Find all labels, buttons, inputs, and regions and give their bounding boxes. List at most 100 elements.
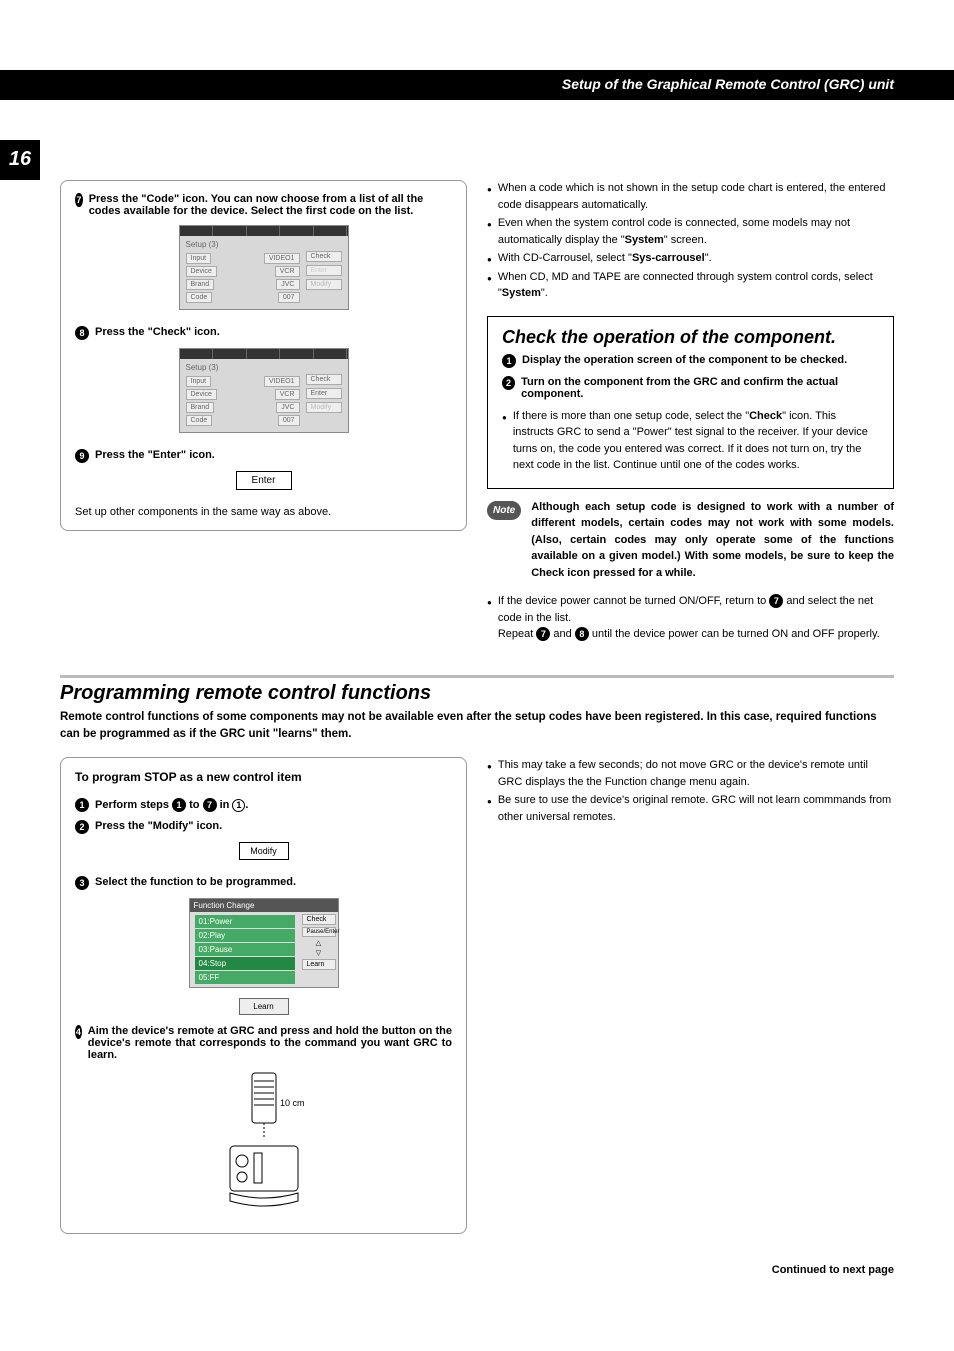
- bullet-icon: [487, 269, 492, 302]
- prog-step-4: 4 Aim the device's remote at GRC and pre…: [75, 1025, 452, 1061]
- check-step-2: 2 Turn on the component from the GRC and…: [502, 376, 879, 400]
- ss-label: Brand: [186, 402, 215, 413]
- section-title: Check the operation of the component.: [502, 327, 879, 348]
- step-8: 8 Press the "Check" icon.: [75, 326, 452, 340]
- page-number: 16: [0, 140, 40, 180]
- bullet-text: Be sure to use the device's original rem…: [498, 792, 894, 825]
- ss-value: VIDEO1: [264, 376, 300, 387]
- bullet-text: When CD, MD and TAPE are connected throu…: [498, 269, 894, 302]
- step-text: Press the "Code" icon. You can now choos…: [89, 193, 452, 217]
- ss-value: VIDEO1: [264, 253, 300, 264]
- step-text: Select the function to be programmed.: [95, 876, 296, 890]
- list-item: 02:Play: [195, 929, 295, 942]
- prog-step-3: 3 Select the function to be programmed.: [75, 876, 452, 890]
- step-text: Turn on the component from the GRC and c…: [521, 376, 879, 400]
- programming-notes: This may take a few seconds; do not move…: [487, 757, 894, 827]
- ss-button: Check: [306, 374, 342, 385]
- section-header: Setup of the Graphical Remote Control (G…: [0, 70, 954, 100]
- programming-intro: Remote control functions of some compone…: [60, 709, 894, 744]
- bullet-text: This may take a few seconds; do not move…: [498, 757, 894, 790]
- bullet-text: If there is more than one setup code, se…: [513, 408, 879, 474]
- step-text: Perform steps 1 to 7 in 1.: [95, 798, 248, 812]
- bullet-icon: [502, 408, 507, 474]
- ss-value: 007: [278, 292, 300, 303]
- bullet-icon: [487, 792, 492, 825]
- function-change-screenshot: Function Change 01:Power 02:Play 03:Paus…: [189, 898, 339, 988]
- notes-list: When a code which is not shown in the se…: [487, 180, 894, 302]
- programming-heading: Programming remote control functions: [60, 675, 894, 705]
- step-9: 9 Press the "Enter" icon.: [75, 449, 452, 463]
- ss-label: Input: [186, 253, 212, 264]
- bullet-icon: [487, 215, 492, 248]
- step-text: Display the operation screen of the comp…: [522, 354, 847, 368]
- ss-label: Input: [186, 376, 212, 387]
- step-number-icon: 3: [75, 876, 89, 890]
- left-steps-box: 7 Press the "Code" icon. You can now cho…: [60, 180, 467, 531]
- ref-icon: 1: [232, 799, 245, 812]
- ss-value: VCR: [275, 389, 300, 400]
- list-item: 04:Stop: [195, 957, 295, 970]
- step-text: Aim the device's remote at GRC and press…: [88, 1025, 452, 1061]
- ss-value: JVC: [276, 279, 299, 290]
- ss-button: Enter: [306, 388, 342, 399]
- list-item: 01:Power: [195, 915, 295, 928]
- step-number-icon: 8: [75, 326, 89, 340]
- ss-title: Setup (3): [186, 240, 342, 249]
- bullet-text: If the device power cannot be turned ON/…: [498, 593, 894, 643]
- setup-screenshot-1: Setup (3) InputVIDEO1 DeviceVCR BrandJVC…: [179, 225, 349, 310]
- ref-icon: 7: [203, 798, 217, 812]
- bullet-icon: [487, 180, 492, 213]
- step-text: Press the "Modify" icon.: [95, 820, 222, 834]
- footnote-text: Set up other components in the same way …: [75, 506, 452, 518]
- box-title: To program STOP as a new control item: [75, 770, 452, 784]
- modify-button-illustration: Modify: [239, 842, 289, 860]
- ss-value: VCR: [275, 266, 300, 277]
- step-number-icon: 2: [75, 820, 89, 834]
- ss-label: Brand: [186, 279, 215, 290]
- bullet-text: With CD-Carrousel, select "Sys-carrousel…: [498, 250, 712, 267]
- ss-label: Code: [186, 292, 213, 303]
- note-callout: Note Although each setup code is designe…: [487, 499, 894, 582]
- check-operation-box: Check the operation of the component. 1 …: [487, 316, 894, 489]
- step-number-icon: 1: [502, 354, 516, 368]
- ref-icon: 7: [536, 627, 550, 641]
- ss-button: Pause/Enter: [302, 927, 336, 937]
- ss-title: Function Change: [190, 899, 338, 912]
- bullet-text: Even when the system control code is con…: [498, 215, 894, 248]
- step-number-icon: 2: [502, 376, 515, 390]
- setup-screenshot-2: Setup (3) Input VIDEO1 Device VCR Brand JVC…: [179, 348, 349, 433]
- step-number-icon: 9: [75, 449, 89, 463]
- list-item: 05:FF: [195, 971, 295, 984]
- ss-button: Modify: [306, 402, 342, 413]
- ss-button: Enter: [306, 265, 342, 276]
- ss-value: JVC: [276, 402, 299, 413]
- remote-illustration: 10 cm: [224, 1071, 304, 1211]
- list-item: 03:Pause: [195, 943, 295, 956]
- bullet-icon: [487, 250, 492, 267]
- program-stop-box: To program STOP as a new control item 1 …: [60, 757, 467, 1234]
- step-number-icon: 7: [75, 193, 83, 207]
- ss-button: Check: [302, 914, 336, 925]
- ss-button: Learn: [302, 959, 336, 970]
- prog-step-1: 1 Perform steps 1 to 7 in 1.: [75, 798, 452, 812]
- ss-button: Check: [306, 251, 342, 262]
- check-step-1: 1 Display the operation screen of the co…: [502, 354, 879, 368]
- continued-link: Continued to next page: [60, 1264, 894, 1276]
- bullet-text: When a code which is not shown in the se…: [498, 180, 894, 213]
- ss-label: Device: [186, 389, 217, 400]
- ss-label: Code: [186, 415, 213, 426]
- prog-step-2: 2 Press the "Modify" icon.: [75, 820, 452, 834]
- step-number-icon: 4: [75, 1025, 82, 1039]
- distance-label: 10 cm: [280, 1098, 304, 1108]
- bullet-icon: [487, 757, 492, 790]
- ss-button: Modify: [306, 279, 342, 290]
- step-7: 7 Press the "Code" icon. You can now cho…: [75, 193, 452, 217]
- step-number-icon: 1: [75, 798, 89, 812]
- enter-button-illustration: Enter: [236, 471, 292, 490]
- ref-icon: 7: [769, 594, 783, 608]
- ss-title: Setup (3): [186, 363, 342, 372]
- bullet-icon: [487, 593, 492, 643]
- ref-icon: 1: [172, 798, 186, 812]
- note-badge-icon: Note: [487, 501, 521, 520]
- step-text: Press the "Check" icon.: [95, 326, 220, 340]
